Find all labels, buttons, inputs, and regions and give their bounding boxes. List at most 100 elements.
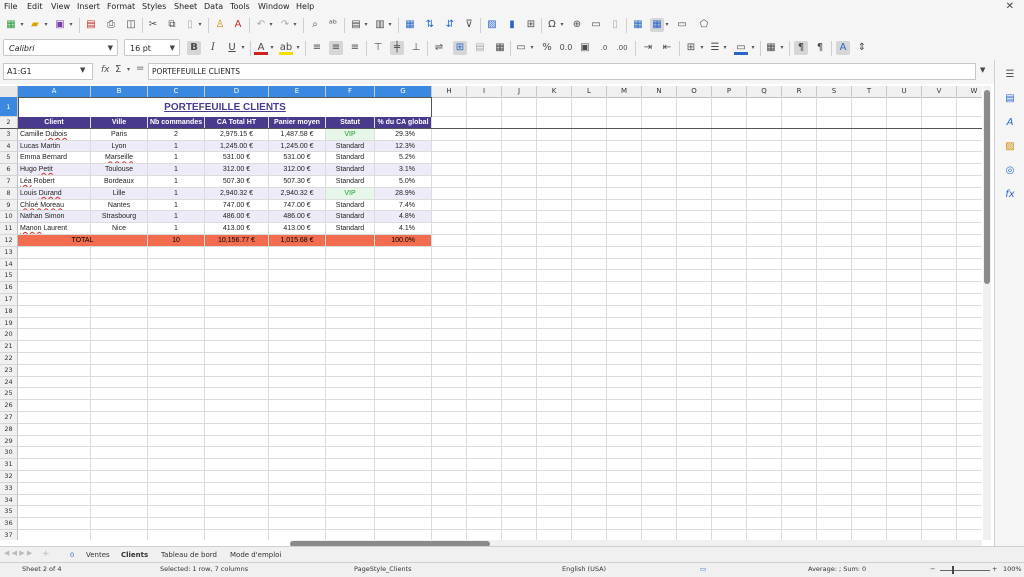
page-style[interactable]: PageStyle_Clients [354, 565, 412, 573]
grid-cell[interactable] [572, 270, 607, 283]
grid-cell[interactable] [607, 317, 642, 330]
grid-cell[interactable] [922, 176, 957, 188]
grid-cell[interactable] [852, 187, 887, 200]
grid-cell[interactable] [852, 152, 887, 165]
grid-cell[interactable] [18, 459, 91, 471]
grid-cell[interactable] [91, 294, 148, 306]
grid-cell[interactable] [537, 176, 572, 188]
grid-cell[interactable] [148, 294, 205, 306]
grid-cell[interactable] [712, 282, 747, 294]
grid-cell[interactable] [817, 282, 852, 294]
sort-descending-icon[interactable]: ⇵ [443, 18, 457, 32]
column-header[interactable]: S [817, 86, 852, 97]
grid-cell[interactable] [502, 435, 537, 448]
row-header[interactable]: 19 [0, 317, 18, 330]
column-header[interactable]: N [642, 86, 677, 97]
grid-cell[interactable] [642, 164, 677, 176]
grid-cell[interactable] [852, 329, 887, 342]
formula-input[interactable]: PORTEFEUILLE CLIENTS [148, 63, 976, 80]
grid-cell[interactable] [205, 246, 269, 259]
sum-info[interactable]: Average: ; Sum: 0 [808, 565, 866, 573]
vertical-scroll-thumb[interactable] [984, 90, 990, 284]
grid-cell[interactable] [537, 140, 572, 153]
grid-cell[interactable] [747, 447, 782, 460]
grid-cell[interactable] [642, 211, 677, 224]
grid-cell[interactable] [467, 305, 502, 318]
grid-cell[interactable] [537, 400, 572, 412]
grid-cell[interactable] [607, 482, 642, 495]
menu-styles[interactable]: Styles [142, 2, 166, 11]
grid-cell[interactable] [747, 164, 782, 176]
grid-cell[interactable] [747, 376, 782, 389]
table-cell[interactable]: 1 [148, 199, 205, 212]
grid-cell[interactable] [502, 258, 537, 271]
table-cell[interactable]: 747.00 € [269, 199, 326, 212]
row-header[interactable]: 9 [0, 199, 18, 212]
grid-cell[interactable] [148, 423, 205, 436]
grid-cell[interactable] [148, 258, 205, 271]
grid-cell[interactable] [712, 341, 747, 353]
grid-cell[interactable] [747, 235, 782, 247]
grid-cell[interactable] [375, 364, 432, 377]
grid-cell[interactable] [642, 305, 677, 318]
grid-cell[interactable] [677, 341, 712, 353]
grid-cell[interactable] [205, 353, 269, 365]
grid-cell[interactable] [432, 506, 467, 519]
grid-cell[interactable] [922, 364, 957, 377]
grid-cell[interactable] [712, 317, 747, 330]
grid-cell[interactable] [502, 400, 537, 412]
row-header[interactable]: 23 [0, 364, 18, 377]
grid-cell[interactable] [91, 435, 148, 448]
grid-cell[interactable] [922, 400, 957, 412]
grid-cell[interactable] [572, 294, 607, 306]
grid-cell[interactable] [148, 376, 205, 389]
table-cell[interactable]: 5.2% [375, 152, 432, 165]
row-header[interactable]: 20 [0, 329, 18, 342]
grid-cell[interactable] [852, 199, 887, 212]
grid-cell[interactable] [712, 530, 747, 540]
grid-cell[interactable] [269, 388, 326, 401]
bold-icon[interactable]: B [187, 41, 201, 55]
grid-cell[interactable] [712, 270, 747, 283]
grid-cell[interactable] [852, 447, 887, 460]
grid-cell[interactable] [677, 435, 712, 448]
row-header[interactable]: 37 [0, 530, 18, 540]
grid-cell[interactable] [747, 294, 782, 306]
grid-cell[interactable] [467, 376, 502, 389]
sum-icon[interactable]: Σ [115, 64, 121, 75]
grid-cell[interactable] [782, 400, 817, 412]
grid-cell[interactable] [957, 152, 982, 165]
grid-cell[interactable] [852, 494, 887, 507]
grid-cell[interactable] [712, 164, 747, 176]
table-cell[interactable]: 3.1% [375, 164, 432, 176]
grid-cell[interactable] [817, 211, 852, 224]
grid-cell[interactable] [677, 270, 712, 283]
italic-icon[interactable]: I [206, 41, 220, 55]
grid-cell[interactable] [91, 412, 148, 424]
sort-ascending-icon[interactable]: ⇅ [423, 18, 437, 32]
grid-cell[interactable] [712, 223, 747, 235]
grid-cell[interactable] [677, 459, 712, 471]
grid-cell[interactable] [467, 482, 502, 495]
grid-cell[interactable] [205, 412, 269, 424]
grid-cell[interactable] [432, 494, 467, 507]
table-cell[interactable]: 1 [148, 140, 205, 153]
grid-cell[interactable] [677, 530, 712, 540]
grid-cell[interactable] [887, 329, 922, 342]
grid-cell[interactable] [148, 364, 205, 377]
tab-mode-emploi[interactable]: Mode d'emploi [230, 548, 281, 562]
grid-cell[interactable] [572, 459, 607, 471]
grid-cell[interactable] [18, 412, 91, 424]
grid-cell[interactable] [852, 530, 887, 540]
grid-cell[interactable] [91, 530, 148, 540]
row-header[interactable]: 7 [0, 176, 18, 188]
grid-cell[interactable] [747, 482, 782, 495]
grid-cell[interactable] [887, 176, 922, 188]
grid-cell[interactable] [747, 341, 782, 353]
grid-cell[interactable] [712, 246, 747, 259]
grid-cell[interactable] [205, 459, 269, 471]
grid-cell[interactable] [537, 270, 572, 283]
grid-cell[interactable] [957, 518, 982, 530]
table-cell[interactable]: Toulouse [91, 164, 148, 176]
grid-cell[interactable] [375, 423, 432, 436]
